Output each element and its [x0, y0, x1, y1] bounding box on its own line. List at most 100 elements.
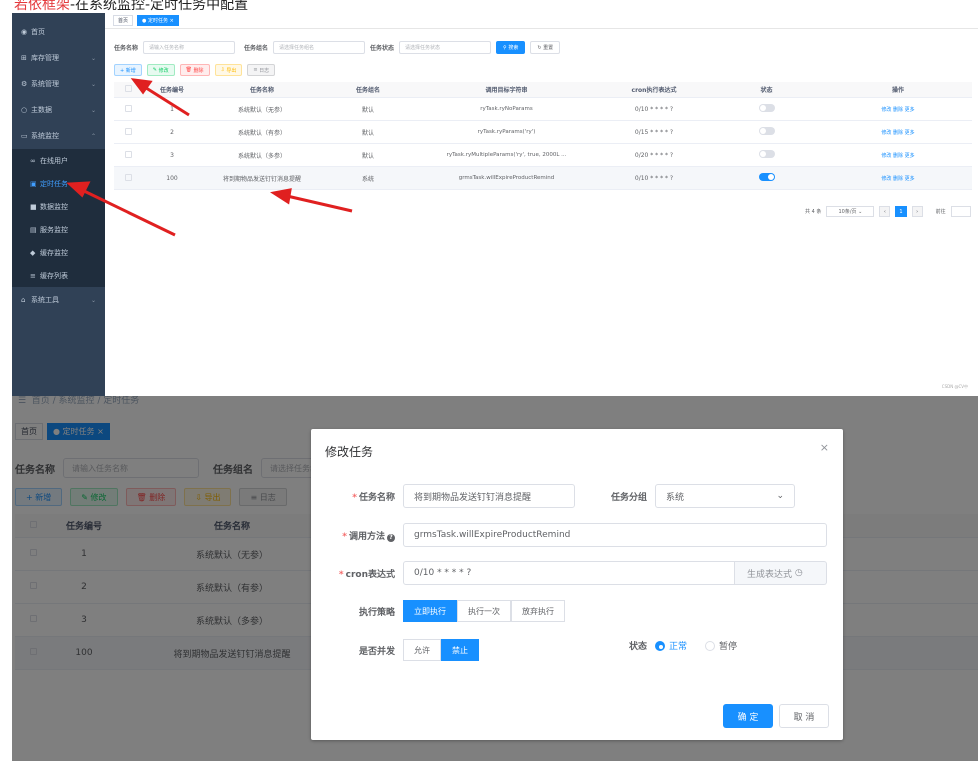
table-row[interactable]: 2 系统默认（有参） 默认 ryTask.ryParams('ry') 0/15 * *… — [114, 121, 972, 144]
group-field[interactable]: 系统 ⌄ — [655, 484, 795, 508]
row-checkbox[interactable] — [124, 127, 132, 135]
status-toggle[interactable] — [758, 127, 775, 135]
sidebar-item-server[interactable]: ▤ 服务监控 — [12, 218, 105, 241]
status-pause-label: 暂停 — [719, 642, 738, 652]
policy-label: 执行策略 — [358, 607, 395, 618]
header-status: 状态 — [760, 87, 773, 94]
sidebar-item-home[interactable]: ◉ 首页 — [12, 19, 105, 45]
group-placeholder: 请选择任务组名 — [279, 45, 315, 51]
policy-immediate[interactable]: 立即执行 — [403, 600, 457, 622]
status-select[interactable]: 请选择任务状态 — [399, 41, 492, 54]
trash-icon: 🗑 — [185, 67, 194, 73]
row-actions[interactable]: 修改 删除 更多 — [824, 106, 972, 113]
sidebar-item-inventory[interactable]: ⊞ 库存管理 ⌄ — [12, 45, 105, 71]
sidebar-item-online[interactable]: ∞ 在线用户 — [12, 149, 105, 172]
name-field[interactable]: 将到期物品发送钉钉消息提醒 — [403, 484, 575, 508]
sidebar-item-system[interactable]: ⚙ 系统管理 ⌄ — [12, 71, 105, 97]
monitor-icon: ▭ — [21, 132, 28, 140]
edit-button[interactable]: ✎ 修改 — [146, 64, 175, 76]
header-id: 任务编号 — [159, 87, 184, 94]
table-row[interactable]: 100 将到期物品发送钉钉消息提醒 系统 grmsTask.willExpirePro… — [114, 167, 972, 190]
sidebar-item-druid[interactable]: ■ 数据监控 — [12, 195, 105, 218]
page-1[interactable]: 1 — [895, 206, 907, 217]
sidebar-item-label: 库存管理 — [31, 54, 59, 62]
concurrent-forbid[interactable]: 禁止 — [441, 639, 479, 661]
reset-button-label: 重置 — [543, 45, 554, 51]
dashboard-icon: ◉ — [21, 28, 28, 36]
delete-label: 删除 — [193, 67, 204, 74]
cron-row: * cron表达式 0/10 * * * * ? 生成表达式 ◷ — [325, 561, 827, 585]
server-icon: ▤ — [30, 225, 37, 234]
sidebar-item-label: 首页 — [31, 28, 45, 36]
sidebar-item-job[interactable]: ▣ 定时任务 — [12, 172, 105, 195]
concurrent-allow[interactable]: 允许 — [403, 639, 441, 661]
status-normal-label: 正常 — [669, 642, 688, 652]
reset-button[interactable]: ↻ 重置 — [530, 41, 561, 54]
method-field[interactable]: grmsTask.willExpireProductRemind — [403, 523, 827, 547]
sidebar-item-master-data[interactable]: ○ 主数据 ⌄ — [12, 97, 105, 123]
tab-job-label: 定时任务 — [147, 18, 168, 24]
cell-target: ryTask.ryNoParams — [480, 106, 533, 112]
main-content: 首页 ● 定时任务 × 任务名称 请输入任务名称 任务组名 请选择任务组名 任务… — [105, 13, 978, 396]
delete-button[interactable]: 🗑 删除 — [179, 64, 210, 76]
help-icon[interactable]: ? — [387, 533, 395, 542]
status-pause-radio[interactable]: 暂停 — [705, 639, 737, 652]
page-size-select[interactable]: 10条/页 ⌄ — [826, 206, 875, 217]
goto-input[interactable] — [950, 206, 971, 217]
row-checkbox[interactable] — [124, 150, 132, 158]
log-button[interactable]: ≡ 日志 — [247, 64, 276, 76]
chevron-down-icon: ⌄ — [90, 296, 96, 304]
prev-page-button[interactable]: ‹ — [879, 206, 891, 217]
add-button[interactable]: + 新增 — [114, 64, 142, 76]
cell-group: 默认 — [361, 129, 374, 137]
confirm-button[interactable]: 确 定 — [723, 704, 773, 728]
row-actions[interactable]: 修改 删除 更多 — [824, 152, 972, 159]
row-checkbox[interactable] — [124, 173, 132, 181]
status-toggle[interactable] — [758, 150, 775, 158]
status-field-label: 状态 — [628, 642, 647, 652]
search-button[interactable]: ⚲ 搜索 — [496, 41, 526, 54]
chevron-down-icon: ⌄ — [776, 491, 784, 501]
sidebar-item-monitor[interactable]: ▭ 系统监控 ⌃ — [12, 123, 105, 149]
row-actions[interactable]: 修改 删除 更多 — [824, 129, 972, 136]
sidebar-item-label: 系统监控 — [31, 132, 59, 140]
sidebar-item-label: 缓存监控 — [40, 248, 68, 257]
sidebar-item-cache[interactable]: ◆ 缓存监控 — [12, 241, 105, 264]
row-actions[interactable]: 修改 删除 更多 — [824, 175, 972, 182]
table-row[interactable]: 1 系统默认（无参） 默认 ryTask.ryNoParams 0/10 * * * *… — [114, 98, 972, 121]
table-row[interactable]: 3 系统默认（多参） 默认 ryTask.ryMultipleParams('ry',… — [114, 144, 972, 167]
group-row: 任务分组 系统 ⌄ — [597, 484, 795, 508]
chevron-up-icon: ⌃ — [90, 132, 96, 140]
tab-home[interactable]: 首页 — [113, 15, 134, 26]
cancel-button[interactable]: 取 消 — [779, 704, 829, 728]
group-select[interactable]: 请选择任务组名 — [273, 41, 366, 54]
sidebar-item-tool[interactable]: ⌂ 系统工具 ⌄ — [12, 287, 105, 313]
status-toggle[interactable] — [758, 104, 775, 112]
sidebar-item-cache-list[interactable]: ≡ 缓存列表 — [12, 264, 105, 287]
row-checkbox[interactable] — [124, 104, 132, 112]
radio-unchecked-icon — [705, 640, 716, 651]
status-placeholder: 请选择任务状态 — [405, 45, 441, 51]
cell-group: 系统 — [361, 175, 374, 183]
edit-label: 修改 — [158, 67, 169, 74]
export-button[interactable]: ⇩ 导出 — [214, 64, 243, 76]
policy-abandon[interactable]: 放弃执行 — [511, 600, 565, 622]
close-icon[interactable]: × — [820, 441, 829, 454]
sidebar-item-label: 系统管理 — [31, 80, 59, 88]
job-icon: ▣ — [30, 179, 37, 188]
policy-once[interactable]: 执行一次 — [457, 600, 511, 622]
pager-total: 共 4 条 — [805, 209, 822, 215]
export-label: 导出 — [226, 67, 237, 74]
policy-row: 执行策略 立即执行 执行一次 放弃执行 — [325, 600, 565, 622]
status-toggle[interactable] — [758, 173, 775, 181]
name-input[interactable]: 请输入任务名称 — [143, 41, 236, 54]
tab-job[interactable]: ● 定时任务 × — [137, 15, 179, 26]
cell-name: 系统默认（无参） — [237, 106, 286, 114]
select-all-checkbox[interactable] — [124, 85, 132, 92]
sidebar-item-label: 缓存列表 — [40, 271, 68, 280]
status-normal-radio[interactable]: 正常 — [655, 639, 687, 652]
header-group: 任务组名 — [355, 87, 380, 94]
next-page-button[interactable]: › — [911, 206, 923, 217]
cron-field[interactable]: 0/10 * * * * ? — [403, 561, 735, 585]
generate-cron-button[interactable]: 生成表达式 ◷ — [735, 561, 827, 585]
